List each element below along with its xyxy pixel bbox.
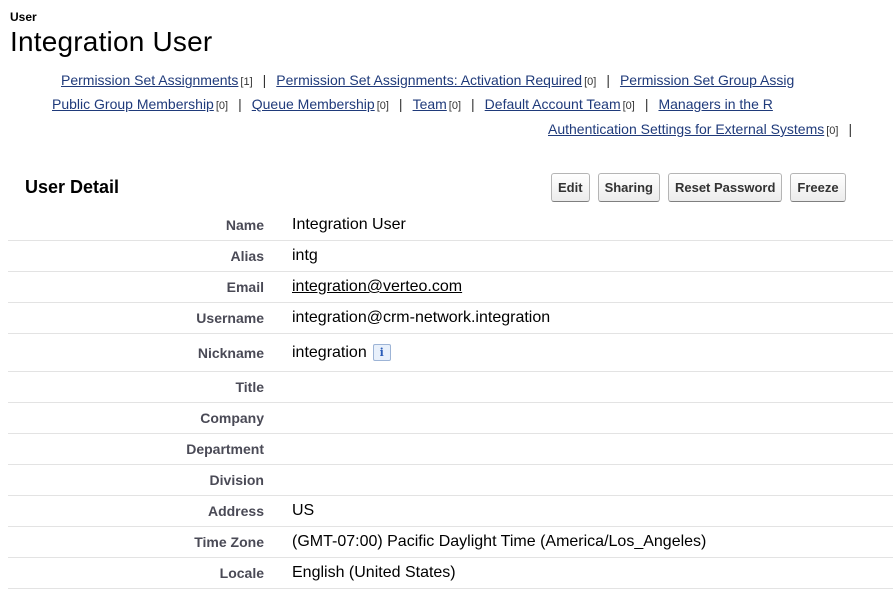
link-separator: | [398,96,403,112]
field-label: Name [225,217,264,233]
detail-row-title: Title [8,372,893,403]
link-separator: | [644,96,649,112]
field-label: Company [200,410,264,426]
field-label: Nickname [197,344,264,361]
detail-row-time-zone: Time Zone (GMT-07:00) Pacific Daylight T… [8,527,893,558]
detail-row-locale: Locale English (United States) [8,558,893,589]
field-label: Username [196,310,264,326]
detail-row-division: Division [8,465,893,496]
link-queue-membership[interactable]: Queue Membership [252,96,375,112]
related-list-links-row-2: Public Group Membership [0] | Queue Members… [52,96,893,112]
field-label: Address [207,503,264,519]
link-default-account-team[interactable]: Default Account Team [485,96,621,112]
link-separator: | [606,72,610,88]
reset-password-button[interactable]: Reset Password [667,173,783,202]
link-count: [0] [584,76,597,88]
sharing-button[interactable]: Sharing [597,173,660,202]
field-value-address: US [292,502,315,519]
link-count: [0] [376,100,389,112]
link-count: [0] [826,125,839,137]
detail-row-company: Company [8,403,893,434]
field-label: Time Zone [194,534,264,550]
page-title: Integration User [10,26,213,57]
link-permission-set-group-assignments[interactable]: Permission Set Group Assig [620,72,794,88]
user-detail-table: Name Integration User Alias intg Email i… [8,210,893,589]
field-value-nickname: integration i [292,344,391,362]
field-label: Alias [230,248,264,264]
link-public-group-membership[interactable]: Public Group Membership [52,96,214,112]
detail-row-address: Address US [8,496,893,527]
detail-row-nickname: Nickname integration i [8,334,893,372]
detail-row-alias: Alias intg [8,241,893,272]
info-icon[interactable]: i [372,344,391,361]
field-label: Title [235,379,264,395]
detail-button-bar: Edit Sharing Reset Password Freeze [551,173,846,202]
detail-row-username: Username integration@crm-network.integra… [8,303,893,334]
link-authentication-settings-external-systems[interactable]: Authentication Settings for External Sys… [548,121,824,137]
field-value-name: Integration User [292,216,406,233]
page-header: User Integration User [10,10,212,58]
link-managers-in-the-role-hierarchy[interactable]: Managers in the R [658,96,772,112]
field-value-alias: intg [292,247,318,264]
nickname-text: integration [292,343,367,361]
related-list-links-row-3: Authentication Settings for External Sys… [548,121,893,137]
detail-row-email: Email integration@verteo.com [8,272,893,303]
link-separator: | [262,72,267,88]
link-count: [1] [240,76,253,88]
link-count: [0] [622,100,635,112]
related-list-links-row-1: Permission Set Assignments [1] | Permission… [61,72,893,88]
edit-button[interactable]: Edit [551,173,590,202]
user-detail-page: User Integration User Permission Set Ass… [0,0,893,603]
link-count: [0] [215,100,229,112]
email-link[interactable]: integration@verteo.com [292,278,462,296]
field-value-username: integration@crm-network.integration [292,309,551,326]
field-label: Division [209,472,264,488]
link-separator: | [848,121,853,137]
link-separator: | [471,96,475,112]
section-title: User Detail [25,177,120,197]
field-label: Department [186,441,264,457]
detail-row-department: Department [8,434,893,465]
field-value-email: integration@verteo.com [292,278,462,296]
field-value-locale: English (United States) [292,564,456,581]
link-permission-set-assignments[interactable]: Permission Set Assignments [61,72,238,88]
object-type-label: User [10,10,37,24]
freeze-button[interactable]: Freeze [790,173,846,202]
link-permission-set-assignments-activation-required[interactable]: Permission Set Assignments: Activation R… [276,72,582,88]
link-team[interactable]: Team [413,96,447,112]
detail-row-name: Name Integration User [8,210,893,241]
link-count: [0] [448,100,462,112]
link-separator: | [238,96,242,112]
field-label: Email [226,279,264,295]
field-value-time-zone: (GMT-07:00) Pacific Daylight Time (Ameri… [292,533,707,550]
field-label: Locale [219,565,264,581]
